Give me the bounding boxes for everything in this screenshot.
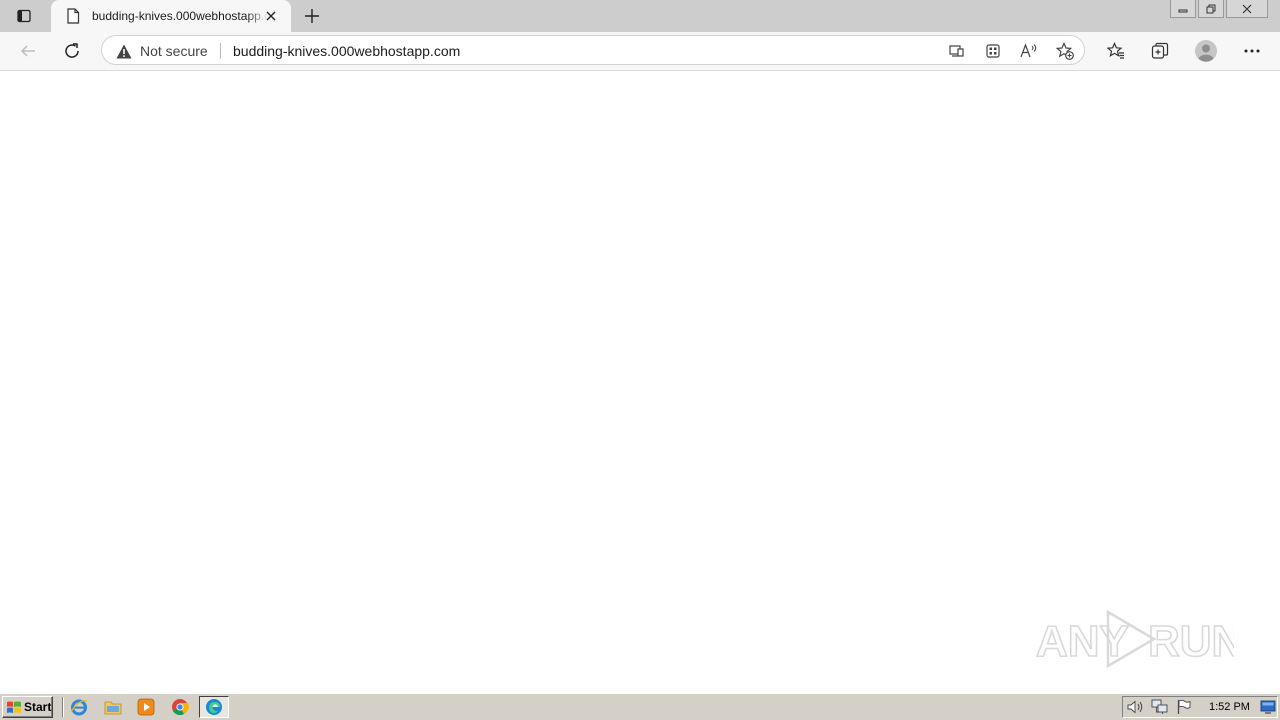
edge-icon: [206, 699, 222, 715]
page-icon: [67, 8, 80, 24]
apps-grid-button[interactable]: [982, 40, 1004, 62]
collections-icon: [1151, 42, 1169, 59]
refresh-icon: [65, 43, 79, 58]
page-content: [0, 71, 1280, 693]
chrome-icon: [172, 699, 189, 715]
minimize-icon: [1178, 9, 1188, 12]
address-divider: [220, 43, 221, 59]
taskbar-clock: 1:52 PM: [1209, 701, 1250, 713]
read-aloud-icon: [1020, 43, 1037, 58]
app-available-button[interactable]: [946, 40, 968, 62]
read-aloud-button[interactable]: [1018, 40, 1040, 62]
apps-grid-icon: [986, 44, 1000, 58]
add-favorite-button[interactable]: [1054, 40, 1076, 62]
chrome-launch-button[interactable]: [169, 697, 191, 717]
active-tab[interactable]: budding-knives.000webhostapp.com: [51, 0, 291, 32]
show-desktop-icon: [1260, 700, 1276, 714]
favorites-icon: [1107, 42, 1124, 59]
address-bar[interactable]: Not secure: [101, 35, 1085, 65]
edge-taskbar-button[interactable]: [199, 696, 229, 718]
more-icon: [1244, 49, 1260, 53]
watermark-left: ANY: [1036, 617, 1129, 666]
network-button[interactable]: [1151, 699, 1169, 715]
tab-actions-icon: [17, 9, 31, 23]
network-icon: [1151, 699, 1168, 714]
media-player-icon: [137, 698, 155, 716]
start-label: Start: [24, 700, 52, 714]
site-info-button[interactable]: Not secure: [116, 41, 208, 61]
warning-triangle-icon: [116, 44, 132, 58]
favorites-button[interactable]: [1102, 37, 1130, 65]
new-tab-button[interactable]: [300, 4, 324, 28]
ie-launch-button[interactable]: [68, 697, 90, 717]
show-desktop-button[interactable]: [1259, 699, 1277, 715]
watermark-right: RUN: [1148, 617, 1234, 666]
add-favorite-icon: [1056, 42, 1074, 60]
back-button[interactable]: [14, 37, 42, 65]
ie-icon: [70, 699, 88, 716]
explorer-folder-icon: [104, 701, 122, 715]
back-arrow-icon: [20, 45, 35, 57]
explorer-launch-button[interactable]: [102, 697, 124, 717]
taskbar-divider: [62, 697, 64, 717]
refresh-button[interactable]: [58, 37, 86, 65]
media-player-launch-button[interactable]: [135, 697, 157, 717]
flag-icon: [1177, 699, 1191, 714]
action-center-button[interactable]: [1175, 699, 1193, 715]
app-available-icon: [949, 45, 964, 57]
close-icon: [266, 11, 276, 21]
volume-icon: [1127, 700, 1143, 714]
profile-icon: [1195, 40, 1217, 62]
tab-close-button[interactable]: [262, 8, 280, 24]
more-menu-button[interactable]: [1238, 37, 1266, 65]
tab-actions-button[interactable]: [10, 5, 38, 27]
windows-logo-icon: [7, 701, 21, 713]
security-label: Not secure: [140, 43, 208, 59]
tab-strip: budding-knives.000webhostapp.com: [0, 0, 1280, 32]
window-controls: [1170, 0, 1268, 18]
close-icon: [1242, 4, 1252, 13]
collections-button[interactable]: [1146, 37, 1174, 65]
volume-button[interactable]: [1127, 699, 1145, 715]
system-tray: 1:52 PM: [1122, 696, 1278, 718]
browser-toolbar: Not secure: [0, 32, 1280, 71]
anyrun-watermark: ANY RUN: [1036, 609, 1234, 669]
taskbar: Start 1:52 PM: [0, 693, 1280, 720]
plus-icon: [305, 9, 319, 23]
close-window-button[interactable]: [1226, 0, 1268, 18]
url-input[interactable]: [233, 41, 933, 61]
restore-button[interactable]: [1198, 0, 1224, 18]
start-button[interactable]: Start: [2, 696, 53, 718]
profile-button[interactable]: [1192, 37, 1220, 65]
restore-icon: [1206, 4, 1216, 13]
tab-title: budding-knives.000webhostapp.com: [92, 9, 268, 23]
minimize-button[interactable]: [1170, 0, 1196, 18]
